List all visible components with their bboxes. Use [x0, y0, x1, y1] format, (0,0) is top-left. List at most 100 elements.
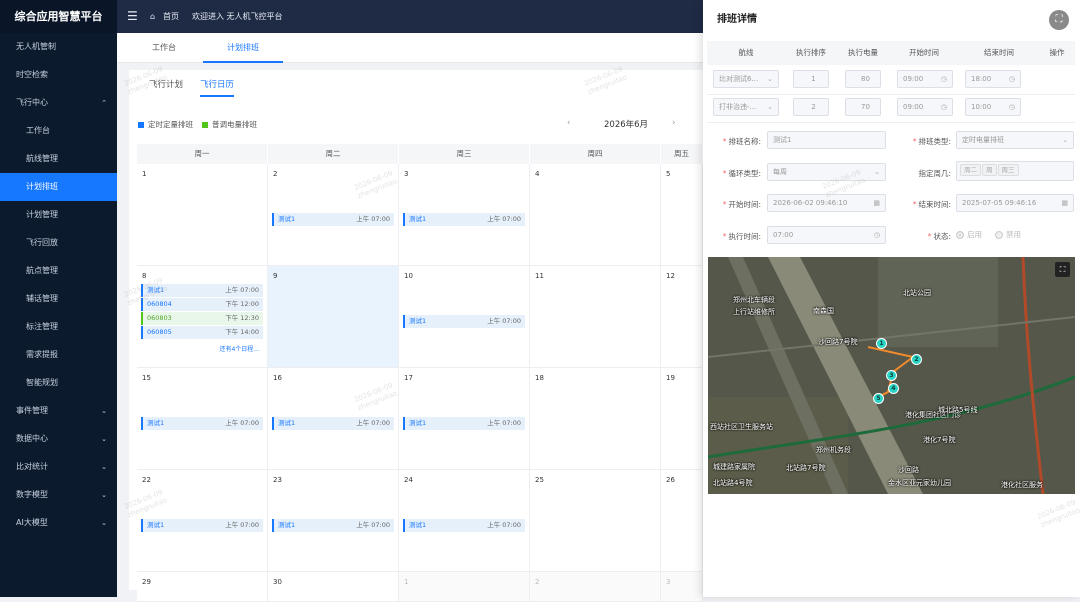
start-date-input[interactable]: 2026-06-02 09:46:10 ▦: [767, 194, 886, 212]
sidebar-item[interactable]: 事件管理 ⌄: [0, 397, 117, 425]
power-input[interactable]: 70: [845, 98, 881, 116]
calendar-day-cell[interactable]: 1: [399, 572, 530, 602]
calendar-day-cell[interactable]: 19: [661, 368, 703, 470]
home-icon[interactable]: ⌂: [150, 0, 155, 33]
waypoint-marker[interactable]: 5: [873, 393, 884, 404]
calendar-day-cell[interactable]: 23 测试1 上午 07:00: [268, 470, 399, 572]
tab-workbench[interactable]: 工作台: [152, 33, 176, 63]
calendar-event[interactable]: 测试1 上午 07:00: [141, 417, 263, 430]
exec-time-input[interactable]: 07:00 ◷: [767, 226, 886, 244]
day-number: 22: [142, 476, 151, 484]
prev-month-icon[interactable]: ‹: [567, 118, 570, 128]
calendar-day-cell[interactable]: 10 测试1 上午 07:00: [399, 266, 530, 368]
calendar-day-cell[interactable]: 25: [530, 470, 661, 572]
end-time-input[interactable]: 18:00 ◷: [965, 70, 1021, 88]
sidebar-item[interactable]: 智能规划: [0, 369, 117, 397]
route-map[interactable]: 郑州北车辆段 上行站维修所 北站公园 南森国 沙回路7号院 港化集团社区门诊 港化7号院 西站…: [708, 257, 1075, 494]
calendar-event[interactable]: 测试1 上午 07:00: [403, 519, 525, 532]
calendar-event[interactable]: 060803 下午 12:30: [141, 312, 263, 325]
event-name: 测试1: [147, 419, 165, 427]
sidebar-item[interactable]: 时空检索: [0, 61, 117, 89]
calendar-day-cell[interactable]: 12: [661, 266, 703, 368]
cycle-select[interactable]: 周二周周三: [956, 161, 1074, 181]
end-time-input[interactable]: 10:00 ◷: [965, 98, 1021, 116]
calendar-day-cell[interactable]: 3: [661, 572, 703, 602]
next-month-icon[interactable]: ›: [672, 118, 675, 128]
calendar-day-cell[interactable]: 30: [268, 572, 399, 602]
calendar-event[interactable]: 测试1 上午 07:00: [403, 417, 525, 430]
calendar-day-cell[interactable]: 5: [661, 164, 703, 266]
calendar-day-cell[interactable]: 2 测试1 上午 07:00: [268, 164, 399, 266]
sidebar-item[interactable]: 计划管理: [0, 201, 117, 229]
calendar-event[interactable]: 测试1 上午 07:00: [272, 417, 394, 430]
order-input[interactable]: 2: [793, 98, 829, 116]
breadcrumb-home[interactable]: 首页: [163, 0, 179, 33]
calendar-event[interactable]: 测试1 上午 07:00: [272, 519, 394, 532]
sidebar-item[interactable]: 工作台: [0, 117, 117, 145]
calendar-day-cell[interactable]: 4: [530, 164, 661, 266]
calendar-day-cell[interactable]: 15 测试1 上午 07:00: [137, 368, 268, 470]
loop-select[interactable]: 每周 ⌄: [767, 163, 886, 181]
sidebar-item[interactable]: 标注管理: [0, 313, 117, 341]
sidebar-item[interactable]: 数据中心 ⌄: [0, 425, 117, 453]
calendar-event[interactable]: 060805 下午 14:00: [141, 326, 263, 339]
event-name: 测试1: [278, 215, 296, 223]
calendar-day-cell[interactable]: 18: [530, 368, 661, 470]
route-select[interactable]: 打非治违-... ⌄: [713, 98, 779, 116]
order-input[interactable]: 1: [793, 70, 829, 88]
calendar-day-cell[interactable]: 11: [530, 266, 661, 368]
fullscreen-icon[interactable]: ⛶: [1049, 10, 1069, 30]
sidebar-item[interactable]: 航线管理: [0, 145, 117, 173]
tab-plan-schedule[interactable]: 计划排班: [203, 33, 283, 63]
sidebar-item[interactable]: 航点管理: [0, 257, 117, 285]
more-events-link[interactable]: 还有4个日程...: [219, 344, 259, 353]
waypoint-marker[interactable]: 1: [876, 338, 887, 349]
tab-flight-calendar[interactable]: 飞行日历: [200, 78, 235, 97]
calendar-day-cell[interactable]: 16 测试1 上午 07:00: [268, 368, 399, 470]
calendar-day-cell[interactable]: 8 测试1 上午 07:00 060804 下午 12:00 060803 下午 12:30…: [137, 266, 268, 368]
calendar-day-cell[interactable]: 26: [661, 470, 703, 572]
calendar-event[interactable]: 测试1 上午 07:00: [272, 213, 394, 226]
status-enabled-radio[interactable]: 启用: [956, 229, 982, 240]
calendar-day-cell[interactable]: 17 测试1 上午 07:00: [399, 368, 530, 470]
calendar-day-cell[interactable]: 2: [530, 572, 661, 602]
sidebar-item[interactable]: 数字模型 ⌄: [0, 481, 117, 509]
sidebar-item[interactable]: 无人机管制: [0, 33, 117, 61]
menu-toggle-icon[interactable]: ☰: [127, 0, 138, 33]
calendar-day-cell[interactable]: 3 测试1 上午 07:00: [399, 164, 530, 266]
calendar-icon: ▦: [1061, 199, 1068, 207]
calendar-event[interactable]: 测试1 上午 07:00: [141, 284, 263, 297]
start-time-input[interactable]: 09:00 ◷: [897, 70, 953, 88]
calendar-day-cell[interactable]: 29: [137, 572, 268, 602]
sidebar-item[interactable]: 计划排班: [0, 173, 117, 201]
page-tabs: 工作台 计划排班: [117, 33, 703, 63]
calendar-event[interactable]: 测试1 上午 07:00: [403, 315, 525, 328]
sidebar-item[interactable]: 比对统计 ⌄: [0, 453, 117, 481]
tab-flight-plan[interactable]: 飞行计划: [149, 78, 183, 95]
name-input[interactable]: 测试1: [767, 131, 886, 149]
sidebar-item[interactable]: 需求提报: [0, 341, 117, 369]
calendar-event[interactable]: 测试1 上午 07:00: [141, 519, 263, 532]
sidebar-item[interactable]: 飞行中心 ⌃: [0, 89, 117, 117]
sidebar-item-label: 无人机管制: [16, 42, 56, 51]
type-select[interactable]: 定时电量排班 ⌄: [956, 131, 1074, 149]
sidebar-item[interactable]: 辅话管理: [0, 285, 117, 313]
waypoint-marker[interactable]: 3: [886, 370, 897, 381]
calendar-event[interactable]: 060804 下午 12:00: [141, 298, 263, 311]
calendar-day-cell[interactable]: 24 测试1 上午 07:00: [399, 470, 530, 572]
map-fullscreen-icon[interactable]: ⛶: [1055, 262, 1070, 277]
event-name: 060803: [147, 314, 172, 322]
power-input[interactable]: 80: [845, 70, 881, 88]
sidebar-item[interactable]: AI大模型 ⌄: [0, 509, 117, 537]
end-date-input[interactable]: 2025-07-05 09:46:16 ▦: [956, 194, 1074, 212]
calendar-event[interactable]: 测试1 上午 07:00: [403, 213, 525, 226]
start-time-input[interactable]: 09:00 ◷: [897, 98, 953, 116]
calendar-day-cell[interactable]: 9: [268, 266, 399, 368]
status-disabled-radio[interactable]: 禁用: [995, 229, 1021, 240]
calendar-day-cell[interactable]: 1: [137, 164, 268, 266]
waypoint-marker[interactable]: 2: [911, 354, 922, 365]
route-select[interactable]: 比对测试6... ⌄: [713, 70, 779, 88]
calendar-day-cell[interactable]: 22 测试1 上午 07:00: [137, 470, 268, 572]
waypoint-marker[interactable]: 4: [888, 383, 899, 394]
sidebar-item[interactable]: 飞行回放: [0, 229, 117, 257]
